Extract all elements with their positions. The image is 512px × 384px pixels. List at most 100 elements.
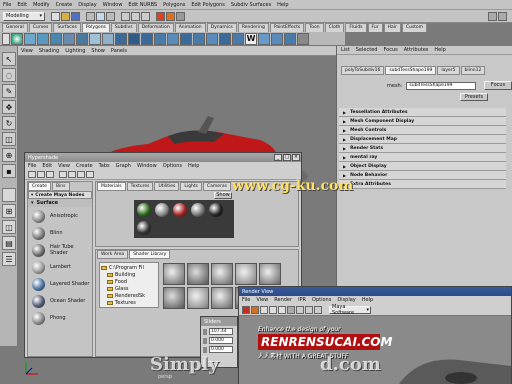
attr-section-tessellation-attributes[interactable]: ▶ Tessellation Attributes <box>339 108 506 117</box>
menu-file[interactable]: File <box>3 2 11 8</box>
hypershade-menu-create[interactable]: Create <box>76 163 93 169</box>
render-menu-help[interactable]: Help <box>362 297 373 303</box>
open-scene-icon[interactable] <box>61 11 70 21</box>
remove-image-icon[interactable] <box>314 305 322 314</box>
sphere-icon[interactable] <box>11 32 23 45</box>
attr-section-render-stats[interactable]: ▶ Render Stats <box>339 144 506 153</box>
material-swatch[interactable] <box>137 203 151 217</box>
shelf-tab-painteffects[interactable]: PaintEffects <box>269 23 305 32</box>
snap-grid-icon[interactable] <box>121 11 130 21</box>
node-ocean-shader[interactable]: Ocean Shader <box>28 293 92 309</box>
panel-menu-show[interactable]: Show <box>91 48 105 54</box>
render-menu-view[interactable]: View <box>256 297 268 303</box>
mesh-name-field[interactable] <box>406 81 477 90</box>
hypershade-menu-options[interactable]: Options <box>163 163 182 169</box>
library-shader-thumb[interactable] <box>163 287 185 309</box>
menu-display[interactable]: Display <box>78 2 96 8</box>
slider-value[interactable]: 0.000 <box>209 346 233 353</box>
attr-section-node-behavior[interactable]: ▶ Node Behavior <box>339 171 506 180</box>
hypershade-menu-view[interactable]: View <box>58 163 70 169</box>
append-icon[interactable] <box>206 32 218 45</box>
render-menu-options[interactable]: Options <box>312 297 331 303</box>
maximize-icon[interactable]: □ <box>283 154 291 161</box>
graph-materials-icon[interactable] <box>59 171 67 178</box>
shelf-tab-deformation[interactable]: Deformation <box>137 23 174 32</box>
four-view-layout-icon[interactable]: ⊞ <box>2 204 16 218</box>
render-region-icon[interactable] <box>260 305 268 314</box>
shelf-tab-animation[interactable]: Animation <box>174 23 206 32</box>
select-hierarchy-icon[interactable] <box>86 11 95 21</box>
combine-icon[interactable] <box>89 32 101 45</box>
slider-handle-icon[interactable] <box>203 337 207 344</box>
display-alpha-icon[interactable] <box>287 305 295 314</box>
outliner-layout-icon[interactable]: ☰ <box>2 252 16 266</box>
hypershade-tab-materials[interactable]: Materials <box>97 182 126 191</box>
snap-curve-icon[interactable] <box>131 11 140 21</box>
attr-section-mesh-controls[interactable]: ▶ Mesh Controls <box>339 126 506 135</box>
library-folder[interactable]: Building <box>101 271 157 278</box>
library-shader-thumb[interactable] <box>187 287 209 309</box>
shelf-tab-subdivs[interactable]: Subdivs <box>110 23 137 32</box>
library-shader-thumb[interactable] <box>187 263 209 285</box>
slider-value[interactable]: 107.44 <box>209 328 233 335</box>
library-shader-thumb[interactable] <box>259 263 281 285</box>
hypershade-icon[interactable] <box>284 32 296 45</box>
side-by-side-layout-icon[interactable]: ◫ <box>2 220 16 234</box>
mode-dropdown[interactable]: Modeling ▾ <box>3 11 45 21</box>
channel-box-toggle-icon[interactable] <box>488 11 497 21</box>
material-swatch[interactable] <box>137 221 151 235</box>
rotate-tool-icon[interactable]: ↻ <box>2 116 16 130</box>
input-connections-icon[interactable] <box>68 171 76 178</box>
hypershade-tab-bins[interactable]: Bins <box>51 182 70 191</box>
ipr-render-icon[interactable] <box>166 11 175 21</box>
attr-section-mesh-component-display[interactable]: ▶ Mesh Component Display <box>339 117 506 126</box>
menu-edit[interactable]: Edit <box>17 2 27 8</box>
plane-icon[interactable] <box>50 32 62 45</box>
library-shader-thumb[interactable] <box>163 263 185 285</box>
attr-tab-layer5[interactable]: layer5 <box>437 65 460 75</box>
separate-icon[interactable] <box>102 32 114 45</box>
attr-section-extra-attributes[interactable]: ▶ Extra Attributes <box>339 180 506 189</box>
hypershade-tab-lights[interactable]: Lights <box>180 182 202 191</box>
shelf-tab-surfaces[interactable]: Surfaces <box>53 23 81 32</box>
move-tool-icon[interactable]: ✥ <box>2 100 16 114</box>
material-swatch[interactable] <box>155 203 169 217</box>
node-blinn[interactable]: Blinn <box>28 225 92 241</box>
slider-handle-icon[interactable] <box>203 328 207 335</box>
ipr-icon[interactable] <box>251 305 259 314</box>
close-icon[interactable]: × <box>292 154 300 161</box>
node-phong[interactable]: Phong <box>28 310 92 326</box>
render-icon[interactable] <box>156 11 165 21</box>
hypershade-menu-edit[interactable]: Edit <box>42 163 52 169</box>
save-scene-icon[interactable] <box>71 11 80 21</box>
hypershade-tab-cameras[interactable]: Cameras <box>202 182 231 191</box>
single-view-layout-icon[interactable] <box>2 188 16 202</box>
lasso-tool-icon[interactable]: ◌ <box>2 68 16 82</box>
hypershade-titlebar[interactable]: Hypershade _ □ × <box>25 153 301 162</box>
material-swatch[interactable] <box>209 203 223 217</box>
render-menu-file[interactable]: File <box>242 297 250 303</box>
presets-button[interactable]: Presets <box>460 93 488 101</box>
render-menu-ipr[interactable]: IPR <box>298 297 306 303</box>
cylinder-icon[interactable] <box>37 32 49 45</box>
select-component-icon[interactable] <box>106 11 115 21</box>
attr-section-object-display[interactable]: ▶ Object Display <box>339 162 506 171</box>
smooth-icon[interactable] <box>141 32 153 45</box>
merge-icon[interactable] <box>193 32 205 45</box>
redo-render-icon[interactable] <box>242 305 250 314</box>
panel-menu-panels[interactable]: Panels <box>111 48 127 54</box>
mirror-icon[interactable] <box>232 32 244 45</box>
attr-menu-focus[interactable]: Focus <box>383 47 397 53</box>
shelf-tab-hair[interactable]: Hair <box>383 23 401 32</box>
shelf-tab-curves[interactable]: Curves <box>28 23 53 32</box>
menu-edit-nurbs[interactable]: Edit NURBS <box>128 2 157 8</box>
cube-icon[interactable] <box>24 32 36 45</box>
hypershade-tab-utilities[interactable]: Utilities <box>154 182 180 191</box>
tool-settings-toggle-icon[interactable] <box>498 11 507 21</box>
last-tool-icon[interactable]: ▪ <box>2 164 16 178</box>
hypershade-menu-tabs[interactable]: Tabs <box>99 163 110 169</box>
library-folder[interactable]: C:\Program Fil <box>101 264 157 271</box>
shelf-tab-fur[interactable]: Fur <box>367 23 383 32</box>
attr-menu-list[interactable]: List <box>341 47 350 53</box>
toggle-create-bar-icon[interactable] <box>28 171 36 178</box>
